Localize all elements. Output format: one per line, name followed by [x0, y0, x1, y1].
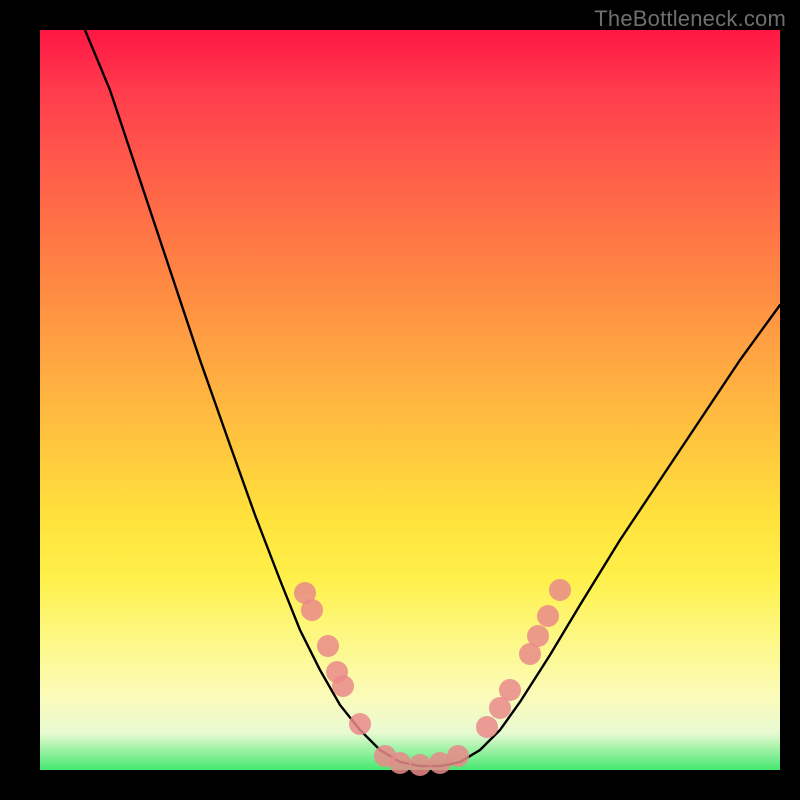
- marker-dot: [447, 745, 469, 767]
- marker-dot: [476, 716, 498, 738]
- marker-dot: [527, 625, 549, 647]
- marker-dot: [537, 605, 559, 627]
- marker-dot: [409, 754, 431, 776]
- marker-dot: [332, 675, 354, 697]
- marker-dot: [301, 599, 323, 621]
- marker-dot: [549, 579, 571, 601]
- marker-dot: [499, 679, 521, 701]
- marker-dot: [317, 635, 339, 657]
- marker-group: [294, 579, 571, 776]
- plot-area: [40, 30, 780, 770]
- chart-frame: TheBottleneck.com: [0, 0, 800, 800]
- bottleneck-curve: [85, 30, 780, 766]
- watermark-text: TheBottleneck.com: [594, 6, 786, 32]
- marker-dot: [389, 752, 411, 774]
- curve-svg: [40, 30, 780, 770]
- marker-dot: [349, 713, 371, 735]
